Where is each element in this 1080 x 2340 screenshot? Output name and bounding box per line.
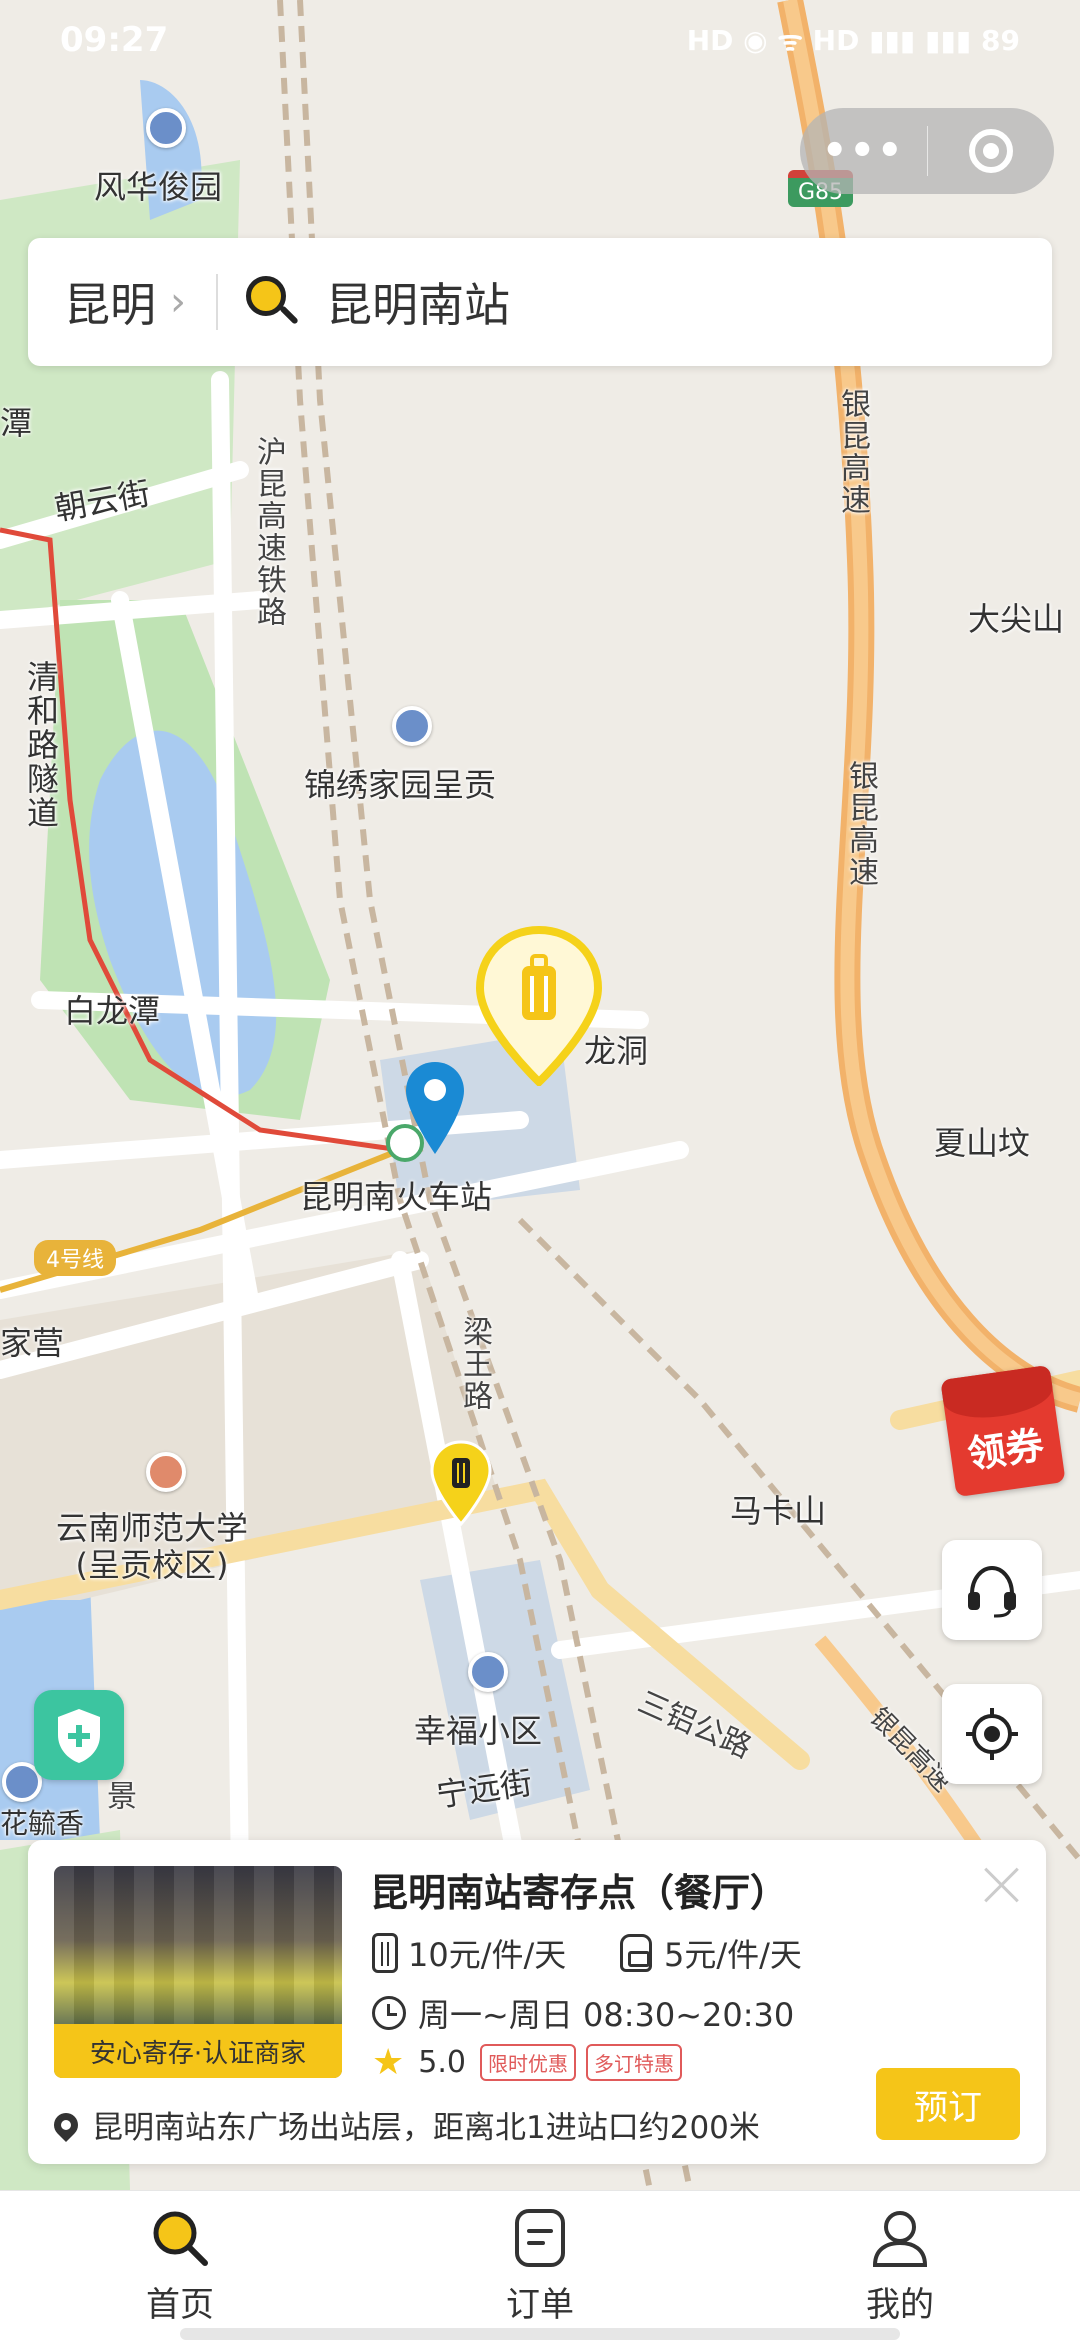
rating-value: 5.0 xyxy=(418,2045,466,2080)
map-label-makashan: 马卡山 xyxy=(730,1492,827,1530)
map-label-normal-university: 云南师范大学 (呈贡校区) xyxy=(56,1509,249,1584)
luggage-icon xyxy=(372,1933,398,1973)
status-time: 09:27 xyxy=(60,20,169,60)
coupon-button[interactable]: 领券 xyxy=(940,1364,1066,1498)
home-indicator xyxy=(180,2328,900,2340)
store-thumbnail[interactable]: 安心寄存·认证商家 xyxy=(54,1866,342,2078)
miniprogram-capsule: ••• xyxy=(800,108,1054,194)
shield-plus-icon xyxy=(58,1709,100,1763)
tab-home[interactable]: 首页 xyxy=(0,2191,360,2340)
target-circle-icon xyxy=(968,129,1013,173)
chevron-right-icon: › xyxy=(170,279,186,325)
tab-orders-label: 订单 xyxy=(506,2285,574,2325)
locate-button[interactable] xyxy=(942,1684,1042,1784)
map-label-jinxiu: 锦绣家园呈贡 xyxy=(304,766,497,804)
store-address: 昆明南站东广场出站层，距离北1进站口约200米 xyxy=(49,2102,760,2147)
map-label-fenghua: 风华俊园 xyxy=(94,168,223,206)
map-label-dajianshan: 大尖山 xyxy=(968,600,1065,638)
residence-poi-icon xyxy=(392,706,432,746)
map-label-qinghe-tunnel: 清和路隧道 xyxy=(22,660,60,830)
search-divider xyxy=(216,274,218,330)
residence-poi-icon xyxy=(146,108,186,148)
headset-icon xyxy=(968,1565,1016,1618)
store-name: 昆明南站寄存点（餐厅） xyxy=(370,1871,789,1915)
promo-tag-multi: 多订特惠 xyxy=(586,2044,682,2081)
status-icons: HD ◉ ᯤ HD ▮▮▮ ▮▮▮ 89 xyxy=(686,24,1020,57)
tab-profile[interactable]: 我的 xyxy=(720,2191,1080,2340)
user-icon xyxy=(872,2211,928,2267)
backpack-icon xyxy=(620,1934,652,1972)
map-label-xingfu: 幸福小区 xyxy=(414,1712,543,1750)
price-luggage: 10元/件/天 xyxy=(372,1930,566,1976)
map-label-line4: 4号线 xyxy=(34,1240,116,1276)
store-address-text: 昆明南站东广场出站层，距离北1进站口约200米 xyxy=(92,2110,760,2146)
storage-marker-icon[interactable] xyxy=(430,1440,492,1526)
status-bar: 09:27 HD ◉ ᯤ HD ▮▮▮ ▮▮▮ 89 xyxy=(0,0,1080,80)
price-bag: 5元/件/天 xyxy=(620,1930,802,1976)
close-miniprogram-button[interactable] xyxy=(928,129,1055,173)
map-label-yinkun-highway: 银昆高速 xyxy=(835,388,870,516)
tab-home-label: 首页 xyxy=(146,2285,214,2325)
pin-icon xyxy=(49,2107,83,2142)
price-bag-text: 5元/件/天 xyxy=(664,1936,802,1974)
clock-icon xyxy=(372,1996,406,2030)
customer-service-button[interactable] xyxy=(942,1540,1042,1640)
star-icon: ★ xyxy=(372,2042,405,2083)
map-label-hukun-railway: 沪昆高速铁路 xyxy=(251,436,286,628)
coupon-label: 领券 xyxy=(964,1422,1047,1477)
opening-hours-text: 周一~周日 08:30~20:30 xyxy=(418,1996,795,2034)
price-luggage-text: 10元/件/天 xyxy=(408,1936,567,1974)
search-bar: 昆明 › 昆明南站 xyxy=(28,238,1052,366)
residence-poi-icon xyxy=(468,1652,508,1692)
bottom-navigation: 首页 订单 我的 xyxy=(0,2190,1080,2340)
locate-icon xyxy=(966,1708,1018,1760)
map-label-station: 昆明南火车站 xyxy=(300,1178,493,1216)
search-icon xyxy=(153,2211,208,2266)
tab-orders[interactable]: 订单 xyxy=(360,2191,720,2340)
city-selector[interactable]: 昆明 xyxy=(64,269,156,335)
storage-marker-selected-icon[interactable] xyxy=(476,926,602,1086)
map-label-yinkun-highway-2: 银昆高速 xyxy=(843,760,878,888)
more-menu-button[interactable]: ••• xyxy=(800,128,927,174)
promo-tag-limited: 限时优惠 xyxy=(480,2044,576,2081)
map-label-huayu: 花毓香 xyxy=(0,1807,85,1840)
store-info-card[interactable]: 安心寄存·认证商家 昆明南站寄存点（餐厅） 10元/件/天 5元/件/天 周一~… xyxy=(28,1840,1046,2164)
map-label-bailongtan: 白龙潭 xyxy=(64,992,161,1030)
opening-hours: 周一~周日 08:30~20:30 xyxy=(372,1990,794,2036)
map-label-liangwang: 梁王路 xyxy=(457,1316,492,1412)
close-icon[interactable] xyxy=(978,1862,1024,1908)
book-button[interactable]: 预订 xyxy=(876,2068,1020,2140)
location-pin-icon xyxy=(406,1062,464,1154)
map-label-tan: 潭 xyxy=(0,404,33,442)
map-label-jiaying: 家营 xyxy=(0,1324,65,1362)
map-label-xiashanpo: 夏山坟 xyxy=(934,1124,1031,1162)
tab-profile-label: 我的 xyxy=(866,2285,934,2325)
school-poi-icon xyxy=(146,1452,186,1492)
search-input[interactable]: 昆明南站 xyxy=(326,269,510,335)
order-icon xyxy=(515,2209,565,2267)
search-icon xyxy=(244,274,300,330)
map-label-jing: 景 xyxy=(101,1780,136,1812)
certified-badge: 安心寄存·认证商家 xyxy=(54,2024,342,2078)
safety-button[interactable] xyxy=(34,1690,124,1780)
rating-row: ★ 5.0 限时优惠 多订特惠 xyxy=(372,2042,682,2083)
